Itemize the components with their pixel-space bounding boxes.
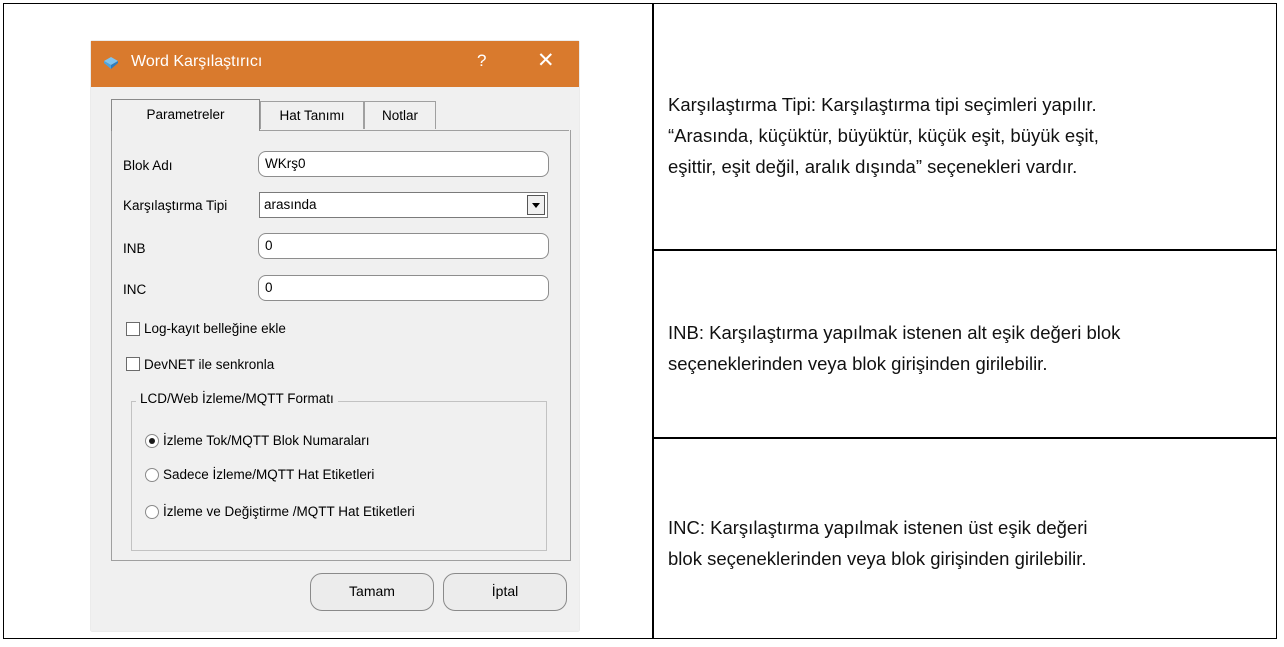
compare-type-select[interactable]: arasında [259, 192, 548, 218]
description-line: blok seçeneklerinden veya blok girişinde… [668, 548, 1087, 569]
devnet-sync-label[interactable]: DevNET ile senkronla [144, 357, 274, 372]
tab-panel-border [259, 130, 569, 131]
compare-type-description: Karşılaştırma Tipi: Karşılaştırma tipi s… [668, 89, 1268, 182]
chevron-down-icon[interactable] [527, 195, 545, 215]
close-button[interactable]: ✕ [537, 48, 555, 72]
word-comparator-dialog: Word Karşılaştırıcı ? ✕ Parametreler Hat… [91, 41, 579, 631]
radio-block-numbers[interactable] [145, 434, 159, 448]
radio-line-labels-label[interactable]: Sadece İzleme/MQTT Hat Etiketleri [163, 467, 374, 482]
radio-monitor-modify[interactable] [145, 505, 159, 519]
inb-label: INB [123, 241, 146, 256]
inc-label: INC [123, 282, 147, 297]
log-record-checkbox[interactable] [126, 322, 140, 336]
block-name-input[interactable]: WKrş0 [258, 151, 549, 177]
description-line: eşittir, eşit değil, aralık dışında” seç… [668, 156, 1078, 177]
document-table: Karşılaştırma Tipi: Karşılaştırma tipi s… [3, 3, 1277, 639]
cancel-button[interactable]: İptal [443, 573, 567, 611]
description-line: INB: Karşılaştırma yapılmak istenen alt … [668, 322, 1121, 343]
radio-block-numbers-label[interactable]: İzleme Tok/MQTT Blok Numaraları [163, 433, 370, 448]
description-line: “Arasında, küçüktür, büyüktür, küçük eşi… [668, 125, 1099, 146]
app-icon [104, 57, 118, 69]
format-group-legend: LCD/Web İzleme/MQTT Formatı [136, 391, 338, 406]
ok-button[interactable]: Tamam [310, 573, 434, 611]
tab-notlar[interactable]: Notlar [364, 101, 436, 129]
inc-description: INC: Karşılaştırma yapılmak istenen üst … [668, 512, 1268, 574]
log-record-label[interactable]: Log-kayıt belleğine ekle [144, 321, 286, 336]
inc-input[interactable]: 0 [258, 275, 549, 301]
tab-hat-tanimi[interactable]: Hat Tanımı [260, 101, 364, 129]
dialog-titlebar: Word Karşılaştırıcı ? ✕ [91, 41, 579, 87]
compare-type-label: Karşılaştırma Tipi [123, 198, 228, 213]
description-line: INC: Karşılaştırma yapılmak istenen üst … [668, 517, 1088, 538]
tab-parametreler[interactable]: Parametreler [111, 99, 260, 131]
radio-line-labels[interactable] [145, 468, 159, 482]
block-name-label: Blok Adı [123, 158, 173, 173]
devnet-sync-checkbox[interactable] [126, 357, 140, 371]
description-line: Karşılaştırma Tipi: Karşılaştırma tipi s… [668, 94, 1097, 115]
table-row-divider [652, 249, 1276, 251]
compare-type-value: arasında [264, 197, 317, 212]
help-button[interactable]: ? [477, 51, 486, 71]
inb-description: INB: Karşılaştırma yapılmak istenen alt … [668, 317, 1268, 379]
dialog-title: Word Karşılaştırıcı [131, 53, 263, 70]
table-column-divider [652, 4, 654, 638]
inb-input[interactable]: 0 [258, 233, 549, 259]
description-line: seçeneklerinden veya blok girişinden gir… [668, 353, 1048, 374]
table-row-divider [652, 437, 1276, 439]
radio-monitor-modify-label[interactable]: İzleme ve Değiştirme /MQTT Hat Etiketler… [163, 504, 415, 519]
